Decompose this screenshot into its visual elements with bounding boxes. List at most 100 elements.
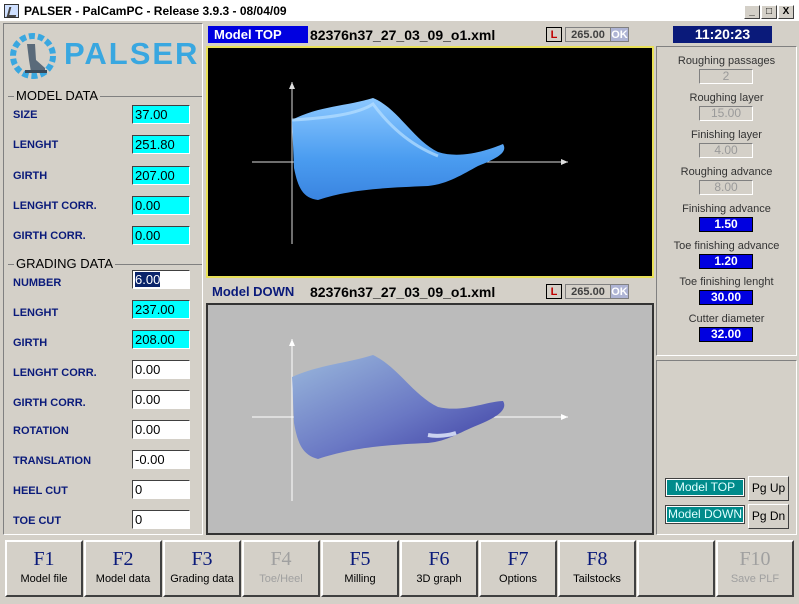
page-up-button[interactable]: Pg Up (748, 476, 789, 501)
f3-caption: Grading data (170, 573, 234, 585)
main-window: PALSER - PalCamPC - Release 3.9.3 - 08/0… (0, 0, 799, 604)
lenght-corr-field[interactable]: 0.00 (132, 196, 190, 215)
grading-data-title: GRADING DATA (14, 256, 116, 271)
top-ok-indicator: OK (610, 27, 629, 42)
f7-caption: Options (499, 573, 537, 585)
f10-key-label: F10 (739, 548, 771, 570)
toe-finishing-lenght-label: Toe finishing lenght (679, 276, 774, 288)
grading-data-group: GRADING DATA NUMBER 6.00 LENGHT 237.00 G… (8, 256, 202, 532)
f7-key-label: F7 (507, 548, 529, 570)
toe-cut-label: TOE CUT (13, 515, 62, 527)
model-top-viewport[interactable] (206, 46, 654, 278)
f1-key-label: F1 (33, 548, 55, 570)
f2-key-label: F2 (112, 548, 134, 570)
top-view-title: Model TOP (208, 26, 308, 43)
f5-milling-button[interactable]: F5 Milling (321, 540, 399, 597)
f3-grading-data-button[interactable]: F3 Grading data (163, 540, 241, 597)
grading-girth-corr-field[interactable]: 0.00 (132, 390, 190, 409)
girth-label: GIRTH (13, 170, 48, 182)
close-button[interactable]: X (778, 5, 794, 19)
grading-lenght-corr-field[interactable]: 0.00 (132, 360, 190, 379)
milling-parameters-panel: Roughing passages 2 Roughing layer 15.00… (656, 46, 797, 356)
palser-logo: PALSER (6, 26, 200, 86)
model-down-viewport[interactable] (206, 303, 654, 535)
maximize-button[interactable]: □ (761, 5, 777, 19)
number-field[interactable]: 6.00 (132, 270, 190, 289)
f8-key-label: F8 (586, 548, 608, 570)
size-field[interactable]: 37.00 (132, 105, 190, 124)
grading-girth-field[interactable]: 208.00 (132, 330, 190, 349)
f10-caption: Save PLF (730, 573, 780, 585)
f1-model-file-button[interactable]: F1 Model file (5, 540, 83, 597)
rotation-field[interactable]: 0.00 (132, 420, 190, 439)
f4-caption: Toe/Heel (259, 573, 303, 585)
lenght-label: LENGHT (13, 139, 59, 151)
f4-key-label: F4 (270, 548, 292, 570)
toe-finishing-advance-field[interactable]: 1.20 (699, 254, 753, 269)
down-length-value: 265.00 (565, 284, 611, 299)
minimize-button[interactable]: _ (744, 5, 760, 19)
toe-finishing-lenght-field[interactable]: 30.00 (699, 290, 753, 305)
lenght-field[interactable]: 251.80 (132, 135, 190, 154)
f9-empty-button[interactable] (637, 540, 715, 597)
f2-caption: Model data (95, 573, 151, 585)
grading-lenght-field[interactable]: 237.00 (132, 300, 190, 319)
cutter-diameter-field[interactable]: 32.00 (699, 327, 753, 342)
app-icon (4, 4, 19, 18)
grading-girth-corr-label: GIRTH CORR. (13, 397, 86, 409)
model-top-button[interactable]: Model TOP (665, 478, 745, 497)
finishing-layer-label: Finishing layer (691, 129, 762, 141)
f3-key-label: F3 (191, 548, 213, 570)
toe-cut-field[interactable]: 0 (132, 510, 190, 529)
f7-options-button[interactable]: F7 Options (479, 540, 557, 597)
model-down-button[interactable]: Model DOWN (665, 505, 745, 524)
roughing-passages-label: Roughing passages (677, 55, 776, 67)
girth-field[interactable]: 207.00 (132, 166, 190, 185)
heel-cut-field[interactable]: 0 (132, 480, 190, 499)
gear-logo-icon (10, 33, 56, 79)
down-shoe-shape (292, 355, 505, 459)
roughing-layer-label: Roughing layer (689, 92, 764, 104)
number-label: NUMBER (13, 277, 62, 289)
clock-display: 11:20:23 (673, 26, 772, 43)
top-view-filename: 82376n37_27_03_09_o1.xml (310, 27, 496, 43)
logo-text: PALSER (64, 36, 200, 71)
f5-key-label: F5 (349, 548, 371, 570)
f10-save-plf-button[interactable]: F10 Save PLF (716, 540, 794, 597)
cutter-diameter-label: Cutter diameter (688, 313, 765, 325)
finishing-advance-label: Finishing advance (682, 203, 771, 215)
girth-corr-field[interactable]: 0.00 (132, 226, 190, 245)
translation-label: TRANSLATION (13, 455, 92, 467)
f5-caption: Milling (344, 573, 376, 585)
girth-corr-label: GIRTH CORR. (13, 230, 86, 242)
roughing-advance-label: Roughing advance (680, 166, 773, 178)
down-shoe-render (252, 339, 568, 501)
top-length-value: 265.00 (565, 27, 611, 42)
roughing-passages-field: 2 (699, 69, 753, 84)
roughing-layer-field: 15.00 (699, 106, 753, 121)
f6-3d-graph-button[interactable]: F6 3D graph (400, 540, 478, 597)
model-data-title: MODEL DATA (14, 88, 101, 103)
heel-cut-label: HEEL CUT (13, 485, 68, 497)
down-ok-indicator: OK (610, 284, 629, 299)
f8-tailstocks-button[interactable]: F8 Tailstocks (558, 540, 636, 597)
data-panel: PALSER MODEL DATA SIZE 37.00 LENGHT 251.… (3, 23, 203, 535)
finishing-advance-field[interactable]: 1.50 (699, 217, 753, 232)
translation-field[interactable]: -0.00 (132, 450, 190, 469)
roughing-advance-field: 8.00 (699, 180, 753, 195)
f8-caption: Tailstocks (573, 573, 621, 585)
size-label: SIZE (13, 109, 38, 121)
grading-girth-label: GIRTH (13, 337, 48, 349)
f2-model-data-button[interactable]: F2 Model data (84, 540, 162, 597)
top-shoe-shape (292, 98, 505, 200)
f4-toe-heel-button[interactable]: F4 Toe/Heel (242, 540, 320, 597)
finishing-layer-field: 4.00 (699, 143, 753, 158)
page-down-button[interactable]: Pg Dn (748, 504, 789, 529)
f6-caption: 3D graph (416, 573, 462, 585)
down-view-title: Model DOWN (212, 284, 295, 299)
top-shoe-render (252, 82, 568, 244)
down-view-header: Model DOWN 82376n37_27_03_09_o1.xml L 26… (206, 282, 654, 302)
down-view-filename: 82376n37_27_03_09_o1.xml (310, 284, 496, 300)
title-bar: PALSER - PalCamPC - Release 3.9.3 - 08/0… (0, 0, 799, 22)
top-view-header: Model TOP 82376n37_27_03_09_o1.xml L 265… (206, 25, 654, 45)
